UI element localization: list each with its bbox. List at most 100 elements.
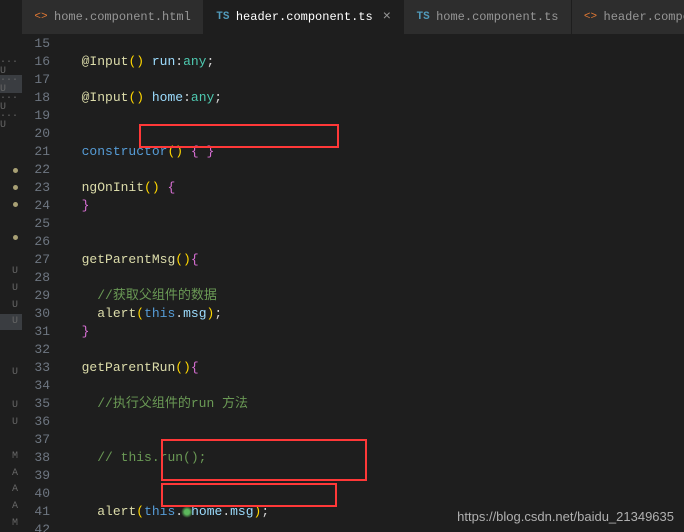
line-number: 24 <box>22 197 50 215</box>
scm-status-row <box>0 230 22 247</box>
code-line[interactable] <box>66 107 684 125</box>
code-line[interactable] <box>66 233 684 251</box>
scm-status-column: ... U... U... U... UUUUUUUUMAAAM <box>0 0 22 532</box>
line-number: 28 <box>22 269 50 287</box>
tab-label: home.component.html <box>54 10 191 24</box>
scm-status-row: U <box>0 280 22 297</box>
line-number: 16 <box>22 53 50 71</box>
scm-status-row: U <box>0 398 22 415</box>
tab-0[interactable]: <> home.component.html <box>22 0 204 34</box>
scm-status-row: M <box>0 515 22 532</box>
code-line[interactable] <box>66 125 684 143</box>
code-line[interactable] <box>66 215 684 233</box>
line-number: 40 <box>22 485 50 503</box>
code-line[interactable] <box>66 413 684 431</box>
line-number: 26 <box>22 233 50 251</box>
scm-status-row <box>0 196 22 213</box>
code-line[interactable] <box>66 467 684 485</box>
line-number: 32 <box>22 341 50 359</box>
html-file-icon: <> <box>584 11 598 23</box>
line-number: 33 <box>22 359 50 377</box>
scm-status-row: U <box>0 364 22 381</box>
modified-dot-icon <box>13 202 18 207</box>
tab-label: header.component.html <box>604 10 684 24</box>
scm-status-row: A <box>0 498 22 515</box>
line-number: 15 <box>22 35 50 53</box>
modified-dot-icon <box>13 168 18 173</box>
modified-dot-icon <box>13 185 18 190</box>
line-number: 23 <box>22 179 50 197</box>
line-number: 18 <box>22 89 50 107</box>
code-line[interactable]: ngOnInit() { <box>66 179 684 197</box>
line-number: 19 <box>22 107 50 125</box>
close-icon[interactable]: × <box>383 9 391 25</box>
code-line[interactable] <box>66 269 684 287</box>
scm-status-row: U <box>0 414 22 431</box>
scm-status-row <box>0 213 22 230</box>
tab-label: header.component.ts <box>236 10 373 24</box>
code-line[interactable] <box>66 377 684 395</box>
code-line[interactable] <box>66 35 684 53</box>
scm-status-row: M <box>0 448 22 465</box>
code-line[interactable] <box>66 431 684 449</box>
line-number: 27 <box>22 251 50 269</box>
line-number: 36 <box>22 413 50 431</box>
scm-status-row: U <box>0 263 22 280</box>
tab-3[interactable]: <> header.component.html <box>572 0 684 34</box>
code-line[interactable]: //执行父组件的run 方法 <box>66 395 684 413</box>
code-line[interactable]: @Input() run:any; <box>66 53 684 71</box>
code-line[interactable]: getParentRun(){ <box>66 359 684 377</box>
tab-label: home.component.ts <box>436 10 558 24</box>
line-number: 29 <box>22 287 50 305</box>
scm-status-row <box>0 162 22 179</box>
code-line[interactable]: // this.run(); <box>66 449 684 467</box>
line-number-gutter: 1516171819202122232425262728293031323334… <box>22 35 66 532</box>
code-line[interactable]: constructor() { } <box>66 143 684 161</box>
line-number: 22 <box>22 161 50 179</box>
line-number: 20 <box>22 125 50 143</box>
code-editor[interactable]: 1516171819202122232425262728293031323334… <box>22 35 684 532</box>
ts-file-icon: TS <box>416 11 430 23</box>
code-line[interactable] <box>66 161 684 179</box>
scm-status-row <box>0 179 22 196</box>
code-line[interactable]: //获取父组件的数据 <box>66 287 684 305</box>
line-number: 25 <box>22 215 50 233</box>
tab-bar: <> home.component.html TS header.component.… <box>22 0 684 35</box>
line-number: 37 <box>22 431 50 449</box>
line-number: 41 <box>22 503 50 521</box>
main-area: <> home.component.html TS header.component.… <box>22 0 684 532</box>
code-line[interactable]: @Input() home:any; <box>66 89 684 107</box>
line-number: 17 <box>22 71 50 89</box>
code-line[interactable] <box>66 485 684 503</box>
html-file-icon: <> <box>34 11 48 23</box>
line-number: 35 <box>22 395 50 413</box>
line-number: 42 <box>22 521 50 532</box>
code-line[interactable] <box>66 71 684 89</box>
code-line[interactable] <box>66 341 684 359</box>
scm-status-row <box>0 330 22 347</box>
line-number: 39 <box>22 467 50 485</box>
line-number: 34 <box>22 377 50 395</box>
code-line[interactable]: alert(this.msg); <box>66 305 684 323</box>
line-number: 31 <box>22 323 50 341</box>
code-area[interactable]: @Input() run:any; @Input() home:any; con… <box>66 35 684 532</box>
scm-status-row: A <box>0 465 22 482</box>
scm-status-row <box>0 381 22 398</box>
scm-status-row: ... U <box>0 111 22 129</box>
editor-root: ... U... U... U... UUUUUUUUMAAAM <>home.… <box>0 0 684 532</box>
scm-status-row: U <box>0 314 22 331</box>
code-line[interactable]: getParentMsg(){ <box>66 251 684 269</box>
scm-status-row <box>0 146 22 163</box>
ts-file-icon: TS <box>216 11 230 23</box>
code-line[interactable]: } <box>66 323 684 341</box>
line-number: 21 <box>22 143 50 161</box>
modified-dot-icon <box>13 235 18 240</box>
code-line[interactable]: } <box>66 197 684 215</box>
tab-2[interactable]: TS home.component.ts <box>404 0 571 34</box>
line-number: 30 <box>22 305 50 323</box>
line-number: 38 <box>22 449 50 467</box>
scm-status-row: U <box>0 297 22 314</box>
scm-status-row: A <box>0 482 22 499</box>
tab-1[interactable]: TS header.component.ts × <box>204 0 404 34</box>
scm-status-row <box>0 129 22 146</box>
